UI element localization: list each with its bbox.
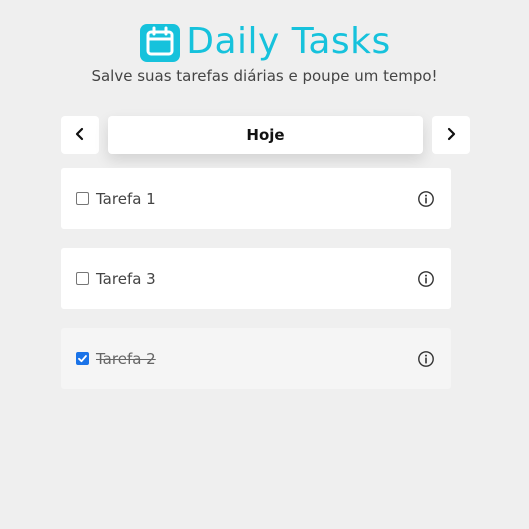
calendar-icon (138, 20, 182, 64)
task-checkbox-checked[interactable] (76, 352, 89, 365)
task-label: Tarefa 2 (96, 349, 156, 368)
current-day-label: Hoje (108, 116, 423, 154)
header: Daily Tasks Salve suas tarefas diárias e… (0, 18, 529, 86)
previous-day-button[interactable] (61, 116, 99, 154)
next-day-button[interactable] (432, 116, 470, 154)
brand: Daily Tasks (0, 18, 529, 66)
day-navigation: Hoje (61, 116, 470, 154)
task-label: Tarefa 3 (96, 269, 156, 288)
checkmark-icon (78, 355, 87, 363)
task-list: Tarefa 1 Tarefa 3 Tarefa 2 (61, 168, 451, 408)
info-icon[interactable] (417, 190, 435, 208)
task-item[interactable]: Tarefa 3 (61, 248, 451, 309)
chevron-right-icon (445, 126, 457, 145)
chevron-left-icon (74, 126, 86, 145)
task-label: Tarefa 1 (96, 189, 156, 208)
task-checkbox[interactable] (76, 272, 89, 285)
info-icon[interactable] (417, 350, 435, 368)
info-icon[interactable] (417, 270, 435, 288)
task-item[interactable]: Tarefa 1 (61, 168, 451, 229)
app-subtitle: Salve suas tarefas diárias e poupe um te… (91, 67, 438, 85)
app-title: Daily Tasks (186, 21, 391, 62)
app-root: Daily Tasks Salve suas tarefas diárias e… (0, 0, 529, 529)
task-checkbox[interactable] (76, 192, 89, 205)
task-item-completed[interactable]: Tarefa 2 (61, 328, 451, 389)
